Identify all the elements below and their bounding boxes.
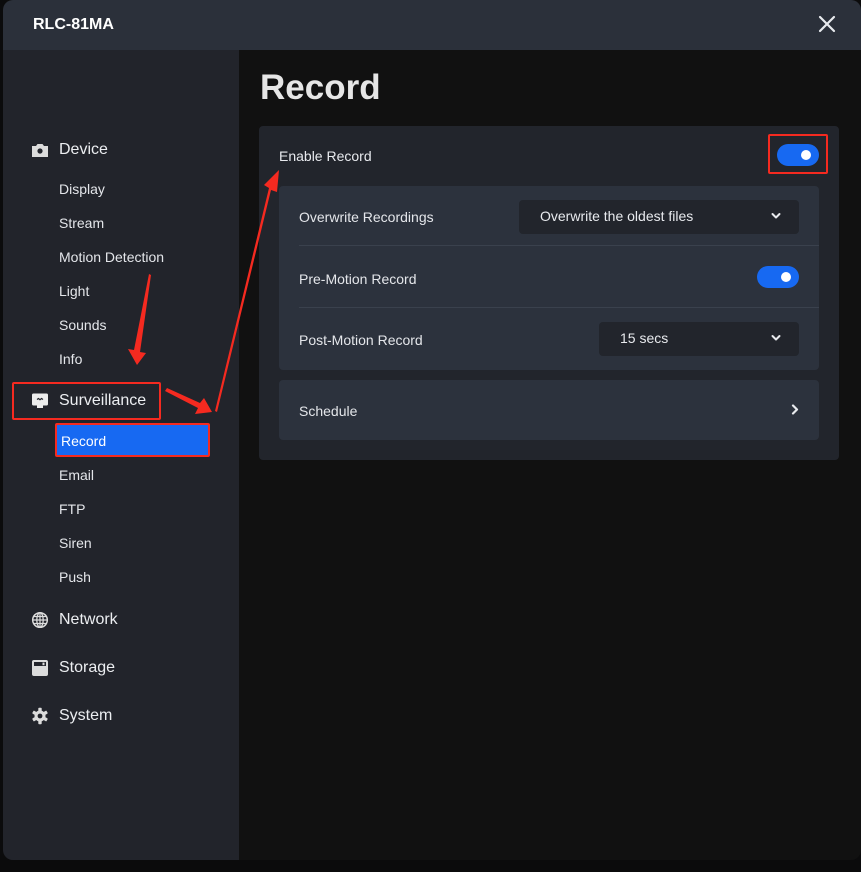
sidebar: Device Display Stream Motion Detection L… bbox=[3, 50, 239, 860]
pre-motion-record-label: Pre-Motion Record bbox=[299, 271, 417, 287]
post-motion-record-value: 15 secs bbox=[620, 330, 669, 346]
chevron-down-icon bbox=[771, 212, 781, 220]
toggle-knob bbox=[801, 150, 811, 160]
overwrite-recordings-select[interactable]: Overwrite the oldest files bbox=[519, 200, 799, 234]
sidebar-item-motion-detection[interactable]: Motion Detection bbox=[59, 249, 164, 265]
overwrite-recordings-label: Overwrite Recordings bbox=[299, 209, 434, 225]
camera-icon bbox=[31, 141, 49, 159]
sidebar-group-label: Device bbox=[59, 141, 108, 158]
globe-icon bbox=[31, 611, 49, 629]
record-settings-card: Enable Record Overwrite Recordings Overw… bbox=[259, 126, 839, 460]
settings-window: RLC-81MA Device Display Stream Motion De… bbox=[3, 0, 861, 860]
sidebar-item-light[interactable]: Light bbox=[59, 283, 89, 299]
sidebar-group-label: Network bbox=[59, 611, 118, 628]
sidebar-item-sounds[interactable]: Sounds bbox=[59, 317, 106, 333]
sidebar-item-ftp[interactable]: FTP bbox=[59, 501, 85, 517]
overwrite-recordings-row: Overwrite Recordings Overwrite the oldes… bbox=[299, 186, 819, 246]
close-button[interactable] bbox=[817, 14, 837, 34]
sidebar-item-push[interactable]: Push bbox=[59, 569, 91, 585]
gear-icon bbox=[31, 707, 49, 725]
post-motion-record-label: Post-Motion Record bbox=[299, 332, 423, 348]
record-options-panel: Overwrite Recordings Overwrite the oldes… bbox=[279, 186, 819, 370]
chevron-right-icon bbox=[791, 404, 799, 415]
sidebar-item-record[interactable]: Record bbox=[55, 423, 210, 457]
overwrite-recordings-value: Overwrite the oldest files bbox=[540, 208, 694, 224]
main-content: Record Enable Record Overwrite Recording… bbox=[239, 50, 861, 860]
sidebar-item-stream[interactable]: Stream bbox=[59, 215, 104, 231]
page-title: Record bbox=[260, 68, 381, 107]
storage-icon bbox=[31, 659, 49, 677]
schedule-label: Schedule bbox=[299, 403, 358, 419]
sidebar-group-label: System bbox=[59, 707, 113, 724]
toggle-knob bbox=[781, 272, 791, 282]
close-icon bbox=[818, 15, 836, 33]
pre-motion-record-row: Pre-Motion Record bbox=[299, 248, 819, 308]
post-motion-record-select[interactable]: 15 secs bbox=[599, 322, 799, 356]
sidebar-item-email[interactable]: Email bbox=[59, 467, 94, 483]
schedule-row[interactable]: Schedule bbox=[279, 380, 819, 440]
sidebar-item-display[interactable]: Display bbox=[59, 181, 105, 197]
sidebar-item-siren[interactable]: Siren bbox=[59, 535, 92, 551]
sidebar-item-info[interactable]: Info bbox=[59, 351, 82, 367]
sidebar-group-label: Surveillance bbox=[59, 392, 147, 409]
chevron-down-icon bbox=[771, 334, 781, 342]
pre-motion-record-toggle[interactable] bbox=[757, 266, 799, 288]
enable-record-toggle[interactable] bbox=[777, 144, 819, 166]
window-title: RLC-81MA bbox=[33, 16, 114, 33]
enable-record-label: Enable Record bbox=[279, 148, 372, 164]
monitor-icon bbox=[31, 392, 49, 410]
post-motion-record-row: Post-Motion Record 15 secs bbox=[279, 309, 819, 369]
title-bar: RLC-81MA bbox=[3, 0, 861, 50]
sidebar-group-label: Storage bbox=[59, 659, 116, 676]
